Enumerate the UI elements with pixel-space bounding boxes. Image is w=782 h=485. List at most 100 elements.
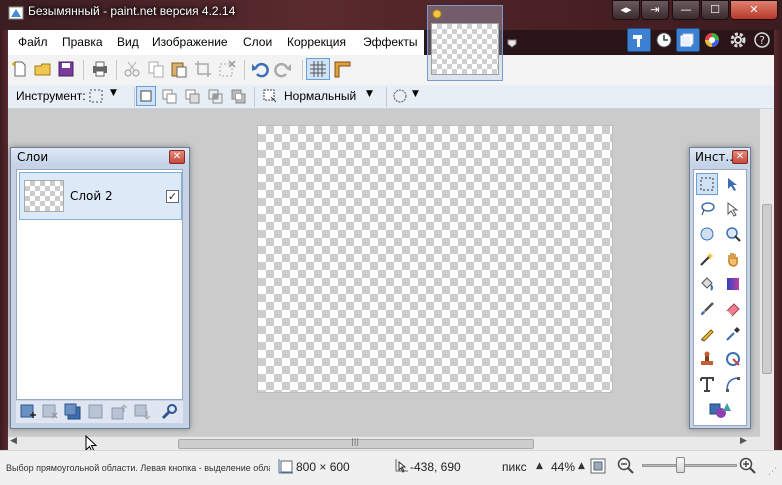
layers-panel-close-button[interactable]: ✕ [169, 150, 185, 164]
history-window-toggle[interactable] [652, 28, 676, 52]
selection-blend-dropdown[interactable]: Нормальный ▼ [262, 87, 378, 107]
resize-grip-icon[interactable]: ⋰ [768, 467, 777, 477]
tool-line-curve[interactable] [722, 373, 744, 395]
rulers-icon[interactable] [333, 60, 351, 78]
menu-adjustments[interactable]: Коррекция [287, 35, 346, 49]
exit-fullscreen-button[interactable]: ⇥ [641, 0, 669, 20]
chevron-down-icon: ▼ [110, 88, 117, 98]
image-tab-thumbnail[interactable] [427, 5, 503, 81]
tool-move-selected[interactable] [722, 173, 744, 195]
layer-row[interactable]: Слой 2 ✓ [19, 172, 182, 220]
colors-window-toggle[interactable] [700, 28, 724, 52]
zoom-dropdown-icon[interactable]: ▲ [578, 461, 585, 471]
image-canvas[interactable] [257, 125, 613, 393]
zoom-to-window-icon[interactable] [590, 458, 606, 474]
minimize-button[interactable]: — [672, 0, 700, 20]
zoom-value[interactable]: 44% [551, 460, 575, 474]
scroll-left-arrow[interactable]: ◀ [10, 436, 17, 446]
move-layer-down-icon[interactable] [133, 403, 151, 421]
tool-clone-stamp[interactable] [696, 348, 718, 370]
redo-icon[interactable] [274, 60, 292, 78]
tool-zoom[interactable] [722, 223, 744, 245]
tool-text[interactable] [696, 373, 718, 395]
zoom-slider-track[interactable] [642, 464, 737, 467]
tool-chooser-dropdown[interactable]: ▼ [88, 88, 124, 106]
tool-rectangle-select[interactable] [696, 173, 718, 195]
delete-layer-icon[interactable] [41, 403, 59, 421]
menu-image[interactable]: Изображение [152, 35, 228, 49]
tool-move-selection[interactable] [722, 198, 744, 220]
tool-color-picker[interactable] [722, 323, 744, 345]
new-file-icon[interactable] [11, 60, 29, 78]
menu-file[interactable]: Файл [18, 35, 48, 49]
layers-panel: Слои ✕ Слой 2 ✓ [10, 147, 190, 429]
layer-name: Слой 2 [70, 189, 113, 203]
tools-panel: Инст... ✕ [689, 147, 751, 429]
tools-panel-title: Инст... [695, 150, 737, 164]
cut-icon[interactable] [123, 60, 141, 78]
tool-lasso-select[interactable] [696, 198, 718, 220]
open-file-icon[interactable] [34, 60, 52, 78]
deselect-icon[interactable] [218, 60, 236, 78]
intersect-mode-icon[interactable] [207, 88, 225, 106]
xor-mode-icon[interactable] [230, 88, 248, 106]
crop-to-selection-icon[interactable] [194, 60, 212, 78]
print-icon[interactable] [91, 60, 109, 78]
tool-eraser[interactable] [722, 298, 744, 320]
tool-recolor[interactable] [722, 348, 744, 370]
save-icon[interactable] [57, 60, 75, 78]
add-layer-icon[interactable] [19, 403, 37, 421]
cursor-position-icon [395, 459, 408, 473]
copy-icon[interactable] [147, 60, 165, 78]
antialias-dropdown[interactable]: ▼ [392, 87, 424, 107]
tools-panel-titlebar[interactable]: Инст... ✕ [690, 148, 750, 166]
tool-pencil[interactable] [696, 323, 718, 345]
tool-ellipse-select[interactable] [696, 223, 718, 245]
units-dropdown-icon[interactable]: ▲ [536, 461, 543, 471]
menu-edit[interactable]: Правка [62, 35, 103, 49]
units-selector[interactable]: пикс [502, 460, 527, 474]
horizontal-scroll-thumb[interactable]: ||| [178, 437, 534, 449]
merge-layer-down-icon[interactable] [87, 403, 105, 421]
scroll-right-arrow[interactable]: ▶ [740, 436, 747, 446]
paste-icon[interactable] [170, 60, 188, 78]
maximize-button[interactable]: ☐ [701, 0, 729, 20]
layers-window-toggle[interactable] [676, 28, 700, 52]
tools-panel-close-button[interactable]: ✕ [732, 150, 748, 164]
tool-magic-wand[interactable] [696, 248, 718, 270]
layers-panel-titlebar[interactable]: Слои ✕ [11, 148, 189, 166]
menu-effects[interactable]: Эффекты [363, 35, 418, 49]
pixel-grid-toggle[interactable] [306, 58, 330, 80]
tools-window-toggle[interactable] [627, 28, 651, 52]
zoom-in-icon[interactable] [739, 457, 757, 475]
duplicate-layer-icon[interactable] [64, 403, 82, 421]
zoom-slider-thumb[interactable] [676, 457, 685, 473]
move-layer-up-icon[interactable] [110, 403, 128, 421]
selection-mode-replace[interactable] [136, 86, 156, 106]
union-mode-icon[interactable] [161, 88, 179, 106]
menu-layers[interactable]: Слои [243, 35, 272, 49]
replace-mode-icon [140, 90, 152, 102]
tool-paintbrush[interactable] [696, 298, 718, 320]
tool-paint-bucket[interactable] [696, 273, 718, 295]
layer-visibility-checkbox[interactable]: ✓ [166, 190, 179, 203]
text-icon [700, 377, 714, 392]
help-button[interactable]: ? [750, 28, 774, 52]
menu-view[interactable]: Вид [117, 35, 139, 49]
undo-icon[interactable] [251, 60, 269, 78]
tool-shapes[interactable] [707, 399, 733, 421]
tool-pan[interactable] [722, 248, 744, 270]
vertical-scroll-thumb[interactable] [762, 204, 772, 374]
close-button[interactable]: ✕ [730, 0, 778, 20]
pan-hand-icon [728, 253, 738, 267]
settings-button[interactable] [726, 28, 750, 52]
layer-properties-icon[interactable] [160, 403, 178, 421]
exclude-mode-icon[interactable] [184, 88, 202, 106]
rectangle-select-icon [89, 89, 103, 103]
vertical-scrollbar[interactable] [760, 109, 774, 437]
image-list-dropdown-icon[interactable] [507, 38, 517, 48]
zoom-out-icon[interactable] [617, 457, 635, 475]
tool-gradient[interactable] [722, 273, 744, 295]
restore-panels-button[interactable]: ◂▸ [612, 0, 640, 20]
horizontal-scrollbar[interactable]: ◀ ||| ▶ [8, 436, 774, 450]
